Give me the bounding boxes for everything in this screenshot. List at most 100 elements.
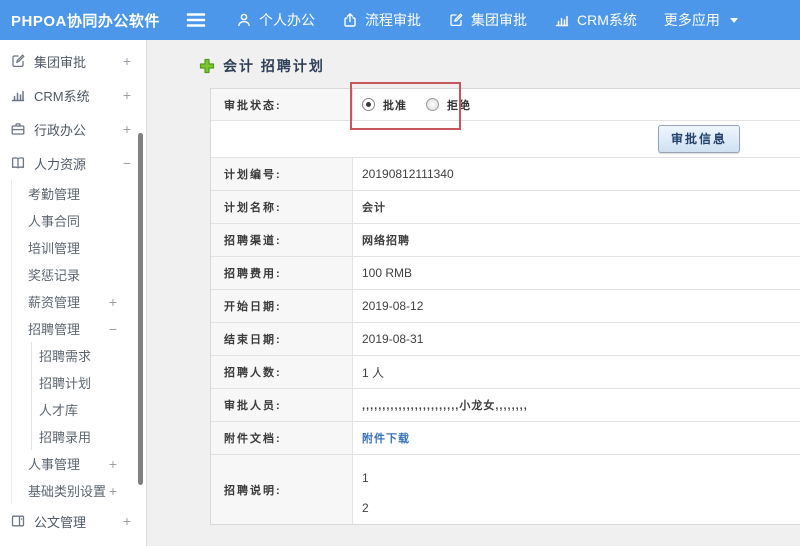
nav-label: 集团审批	[471, 12, 527, 28]
plan-number-row: 计划编号: 20190812111340	[211, 158, 800, 191]
sidebar-item-attendance-management[interactable]: 考勤管理	[12, 180, 146, 207]
field-value: 20190812111340	[353, 158, 800, 190]
sidebar-item-reward-punishment-records[interactable]: 奖惩记录	[12, 261, 146, 288]
expand-icon[interactable]: +	[123, 514, 131, 528]
nav-process-approval[interactable]: 流程审批	[342, 10, 421, 30]
chevron-down-icon	[729, 16, 739, 24]
nav-group-approval[interactable]: 集团审批	[448, 10, 527, 30]
start-date-row: 开始日期: 2019-08-12	[211, 290, 800, 323]
expand-icon[interactable]: +	[109, 484, 117, 498]
sidebar-item-training-management[interactable]: 培训管理	[12, 234, 146, 261]
nav-label: 更多应用	[663, 12, 720, 28]
expand-icon[interactable]: +	[123, 54, 131, 68]
field-label: 计划名称:	[211, 191, 353, 223]
expand-icon[interactable]: +	[123, 122, 131, 136]
field-value: 100 RMB	[353, 257, 800, 289]
sidebar-item-label: 人力资源	[34, 156, 87, 172]
approval-status-row: 审批状态: 批准 拒绝	[211, 89, 800, 121]
sidebar-item-label: 招聘管理	[28, 322, 81, 337]
field-label: 结束日期:	[211, 323, 353, 355]
sidebar-item-label: 培训管理	[28, 241, 81, 256]
user-icon	[236, 12, 252, 28]
edit-icon	[448, 12, 464, 28]
collapse-icon[interactable]: −	[123, 156, 131, 170]
briefcase-icon	[10, 121, 26, 137]
sidebar-item-vehicle-management[interactable]: 用车管理+	[0, 538, 146, 546]
sidebar-item-label: 招聘录用	[39, 430, 92, 445]
attachment-download-link[interactable]: 附件下载	[362, 430, 410, 446]
sidebar-item-label: CRM系统	[34, 88, 90, 104]
radio-label: 批准	[383, 99, 407, 112]
sidebar-item-label: 考勤管理	[28, 187, 81, 202]
nav-more-apps[interactable]: 更多应用	[664, 10, 739, 30]
approval-button-row: 审批信息	[211, 121, 800, 158]
expand-icon[interactable]: +	[109, 295, 117, 309]
nav-personal-office[interactable]: 个人办公	[236, 10, 315, 30]
sidebar-scrollbar[interactable]	[138, 133, 143, 485]
radio-selected-icon[interactable]	[362, 98, 375, 111]
field-value: 网络招聘	[353, 224, 800, 256]
sidebar-item-recruitment-hiring[interactable]: 招聘录用	[32, 423, 146, 450]
bar-chart-icon	[554, 12, 570, 28]
attachment-document-row: 附件文档: 附件下载	[211, 422, 800, 455]
approval-status-radio-group: 批准 拒绝	[362, 97, 481, 113]
sidebar-item-group-approval[interactable]: 集团审批 +	[0, 44, 146, 78]
field-value: 附件下载	[353, 422, 800, 454]
sidebar-item-human-resources[interactable]: 人力资源 −	[0, 146, 146, 180]
approve-radio[interactable]: 批准	[362, 97, 407, 113]
sidebar-item-salary-management[interactable]: 薪资管理 +	[12, 288, 146, 315]
description-line: 2	[362, 501, 369, 515]
approval-personnel-row: 审批人员: ,,,,,,,,,,,,,,,,,,,,,,,,小龙女,,,,,,,,	[211, 389, 800, 422]
expand-icon[interactable]: +	[109, 457, 117, 471]
field-value: 12	[353, 455, 800, 524]
field-value: 1 人	[353, 356, 800, 388]
upload-icon	[342, 12, 358, 28]
end-date-row: 结束日期: 2019-08-31	[211, 323, 800, 356]
page-title: 会计 招聘计划	[223, 58, 325, 74]
nav-label: 流程审批	[365, 12, 421, 28]
sidebar-item-document-management[interactable]: 公文管理 +	[0, 504, 146, 538]
field-label: 招聘人数:	[211, 356, 353, 388]
reject-radio[interactable]: 拒绝	[426, 97, 471, 113]
recruitment-description-row: 招聘说明: 1 2	[211, 455, 800, 524]
field-label: 审批人员:	[211, 389, 353, 421]
field-label: 附件文档:	[211, 422, 353, 454]
field-value: ,,,,,,,,,,,,,,,,,,,,,,,,小龙女,,,,,,,,	[353, 389, 800, 421]
expand-icon[interactable]: +	[123, 88, 131, 102]
radio-unselected-icon[interactable]	[426, 98, 439, 111]
collapse-icon[interactable]: −	[109, 322, 117, 336]
menu-icon[interactable]	[186, 12, 206, 28]
sidebar-item-recruitment-needs[interactable]: 招聘需求	[32, 342, 146, 369]
field-label: 招聘说明:	[211, 455, 353, 524]
sidebar-item-label: 基础类别设置	[28, 484, 107, 499]
description-line: 1	[362, 471, 369, 485]
approval-form-table: 审批状态: 批准 拒绝 审批信息 计划编号: 20190812111340 计划名称:…	[210, 82, 800, 525]
recruitment-headcount-row: 招聘人数: 1 人	[211, 356, 800, 389]
sidebar-item-crm-system[interactable]: CRM系统 +	[0, 78, 146, 112]
app-logo: PHPOA协同办公软件	[11, 12, 160, 30]
top-menu: 个人办公 流程审批 集团审批 CRM系统 更多应用	[236, 10, 739, 30]
approval-info-button[interactable]: 审批信息	[657, 125, 740, 153]
field-label: 审批状态:	[211, 89, 353, 120]
sidebar-item-basic-category-settings[interactable]: 基础类别设置 +	[12, 477, 146, 504]
sidebar-item-label: 薪资管理	[28, 295, 81, 310]
add-plus-icon[interactable]	[199, 58, 215, 74]
bar-chart-icon	[10, 87, 26, 103]
sidebar-item-personnel-contract[interactable]: 人事合同	[12, 207, 146, 234]
nav-crm-system[interactable]: CRM系统	[554, 10, 637, 30]
sidebar-item-talent-pool[interactable]: 人才库	[32, 396, 146, 423]
sidebar-item-label: 招聘计划	[39, 376, 92, 391]
field-value: 2019-08-31	[353, 323, 800, 355]
sidebar-item-label: 行政办公	[34, 122, 87, 138]
nav-label: 个人办公	[259, 12, 315, 28]
field-value: 2019-08-12	[353, 290, 800, 322]
field-label: 开始日期:	[211, 290, 353, 322]
sidebar-item-recruitment-management[interactable]: 招聘管理 −	[12, 315, 146, 342]
sidebar-item-personnel-management[interactable]: 人事管理 +	[12, 450, 146, 477]
sidebar-item-recruitment-plan[interactable]: 招聘计划	[32, 369, 146, 396]
sidebar-item-label: 集团审批	[34, 54, 87, 70]
edit-icon	[10, 53, 26, 69]
sidebar-item-admin-office[interactable]: 行政办公 +	[0, 112, 146, 146]
sidebar-item-label: 公文管理	[34, 514, 87, 530]
document-icon	[10, 513, 26, 529]
